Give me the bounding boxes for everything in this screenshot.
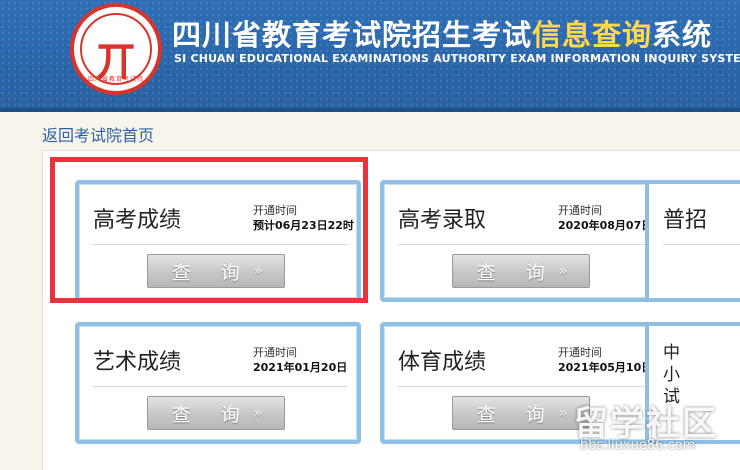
card-art-score: 艺术成绩 开通时间 2021年01月20日 查 询 ›› <box>75 322 361 444</box>
open-time-value: 2021年01月20日 <box>253 361 348 374</box>
query-button-label: 查 询 <box>476 261 557 284</box>
card-divider <box>663 244 740 245</box>
exam-authority-logo[interactable]: 丌 四川省教育考试院 <box>70 3 162 95</box>
site-title-part1: 四川省教育考试院招生考试 <box>172 18 533 52</box>
query-button-label: 查 询 <box>171 403 252 426</box>
open-time-value: 2021年05月10日 <box>558 361 653 374</box>
query-button[interactable]: 查 询 ›› <box>452 254 590 288</box>
double-chevron-right-icon: ›› <box>558 405 568 421</box>
site-title: 四川省教育考试院招生考试信息查询系统 <box>172 12 712 54</box>
watermark: 留学社区 bbs.liuxue86.com <box>574 396 740 470</box>
double-chevron-right-icon: ›› <box>558 263 568 279</box>
double-chevron-right-icon: ›› <box>253 405 263 421</box>
card-gaokao-admission: 高考录取 开通时间 2020年08月07日 查 询 ›› <box>380 180 666 302</box>
open-time-label: 开通时间 <box>253 346 297 359</box>
site-title-part2: 系统 <box>652 18 713 52</box>
open-time-label: 开通时间 <box>558 346 602 359</box>
site-title-english: SI CHUAN EDUCATIONAL EXAMINATIONS AUTHOR… <box>174 52 740 65</box>
logo-ring-text: 四川省教育考试院 <box>87 76 144 83</box>
watermark-sub: bbs.liuxue86.com <box>580 438 696 453</box>
open-time-label: 开通时间 <box>558 204 602 217</box>
card-title: 艺术成绩 <box>93 350 182 375</box>
back-to-homepage-link[interactable]: 返回考试院首页 <box>42 122 154 146</box>
card-title: 普招 <box>663 208 708 233</box>
open-time-value: 2020年08月07日 <box>558 219 653 232</box>
query-button-label: 查 询 <box>476 403 557 426</box>
query-button[interactable]: 查 询 ›› <box>147 396 285 430</box>
card-title: 体育成绩 <box>398 350 487 375</box>
card-general-admission-partial[interactable]: 普招 <box>645 180 740 302</box>
highlight-box <box>50 157 368 303</box>
card-divider <box>398 386 652 387</box>
query-button[interactable]: 查 询 ›› <box>452 396 590 430</box>
card-title: 高考录取 <box>398 208 487 233</box>
site-title-highlight: 信息查询 <box>532 18 653 52</box>
site-header: 丌 四川省教育考试院 四川省教育考试院招生考试信息查询系统 SI CHUAN E… <box>0 0 740 112</box>
card-divider <box>93 386 347 387</box>
card-divider <box>398 244 652 245</box>
